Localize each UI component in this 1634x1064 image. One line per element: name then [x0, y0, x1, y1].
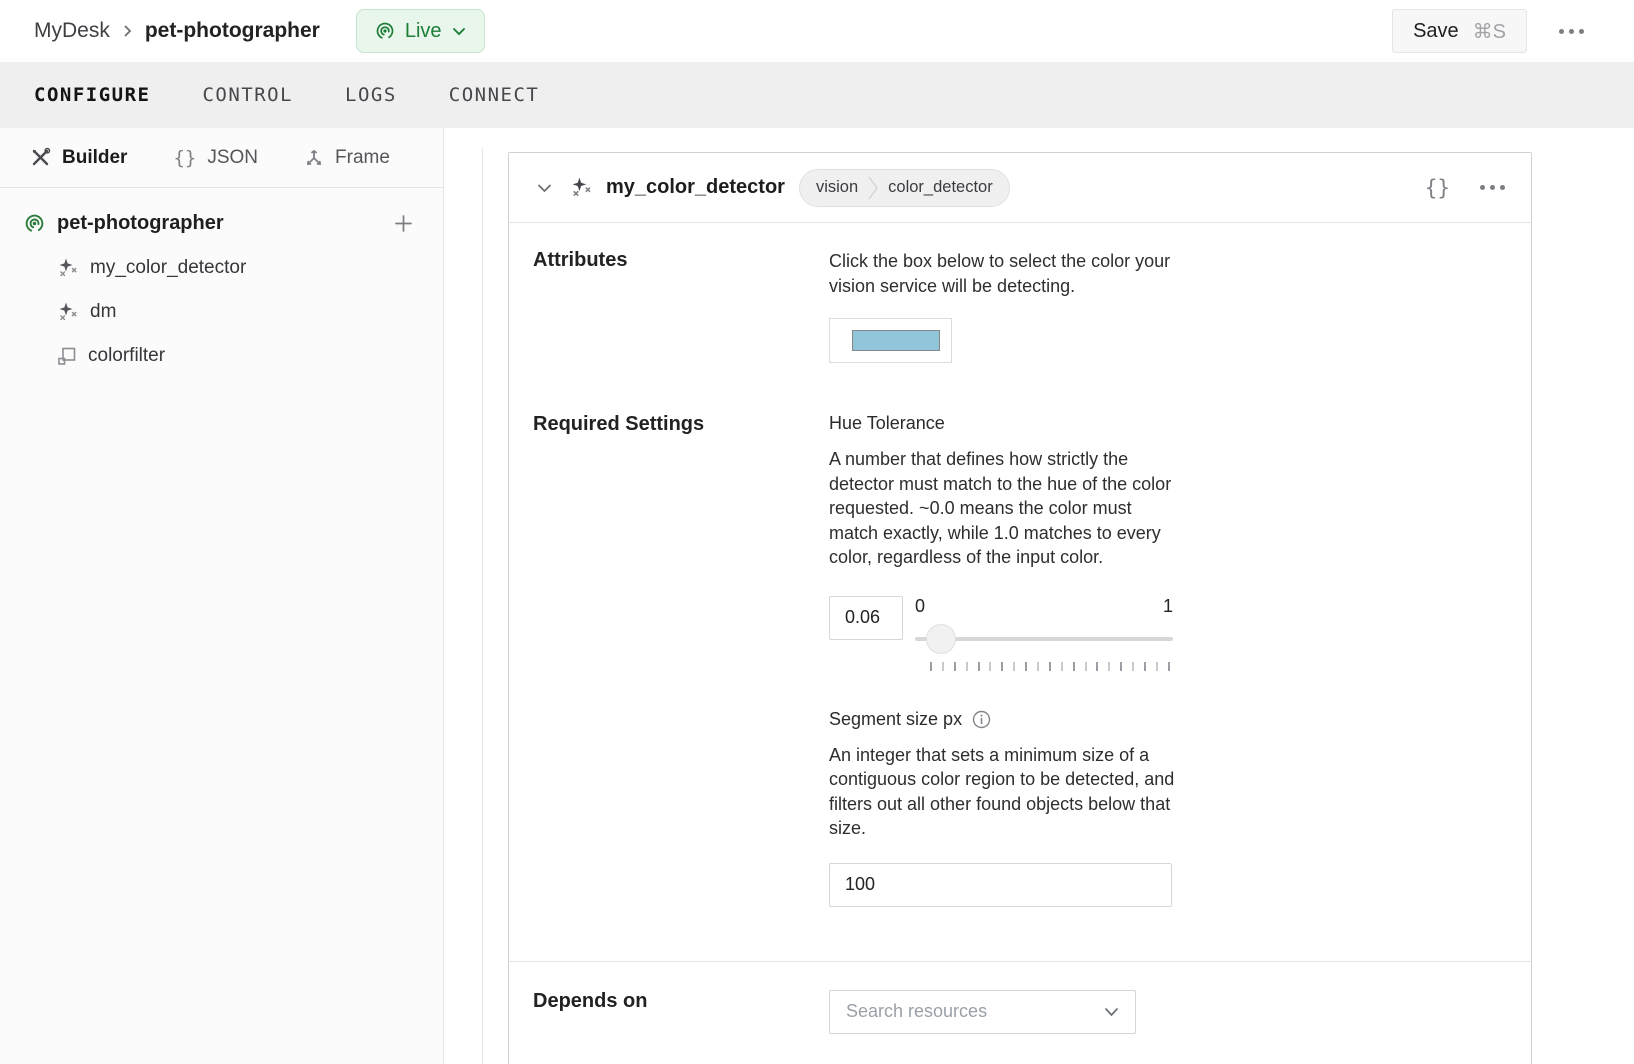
info-icon[interactable] [972, 710, 991, 729]
mode-tab-label: Builder [62, 147, 127, 169]
chevron-down-icon [1104, 1007, 1119, 1017]
live-label: Live [405, 20, 442, 43]
sparkles-icon [57, 301, 79, 323]
attributes-heading: Attributes [533, 249, 829, 363]
depends-on-content: Search resources [829, 990, 1507, 1034]
topbar-actions: Save ⌘S [1392, 9, 1586, 53]
tab-connect[interactable]: CONNECT [449, 80, 540, 110]
tree-item-label: colorfilter [88, 345, 165, 367]
tree-item-label: dm [90, 301, 116, 323]
sparkles-icon [570, 176, 593, 199]
tree-machine-row[interactable]: pet-photographer [24, 212, 413, 235]
breadcrumb-current: pet-photographer [145, 19, 320, 43]
broadcast-icon [375, 21, 395, 41]
machine-name: pet-photographer [57, 212, 224, 235]
slider-max-label: 1 [1163, 596, 1173, 620]
segment-size-description: An integer that sets a minimum size of a… [829, 743, 1179, 841]
transform-icon [57, 346, 77, 366]
segment-size-input[interactable] [829, 863, 1172, 907]
hue-tolerance-input[interactable] [829, 596, 903, 640]
resource-type-chip: vision color_detector [799, 169, 1010, 207]
tree-item-my-color-detector[interactable]: my_color_detector [57, 257, 413, 279]
depends-on-heading: Depends on [533, 990, 829, 1034]
card-title: my_color_detector [606, 176, 785, 199]
tools-icon [30, 147, 51, 168]
breadcrumb-separator-icon [122, 23, 133, 39]
tab-control[interactable]: CONTROL [202, 80, 293, 110]
breadcrumb-parent-link[interactable]: MyDesk [34, 19, 110, 43]
card-header: my_color_detector vision color_detector … [509, 153, 1531, 223]
nav-tab-strip: CONFIGURE CONTROL LOGS CONNECT [0, 62, 1634, 128]
add-resource-button[interactable] [394, 214, 413, 233]
color-swatch [852, 330, 940, 351]
chevron-down-icon [452, 27, 466, 36]
required-settings-content: Hue Tolerance A number that defines how … [829, 413, 1507, 907]
hue-tolerance-label: Hue Tolerance [829, 413, 1507, 434]
sparkles-icon [57, 257, 79, 279]
app-window: MyDesk pet-photographer Live [0, 0, 1634, 1064]
tab-logs[interactable]: LOGS [345, 80, 397, 110]
required-settings-section: Required Settings Hue Tolerance A number… [509, 407, 1531, 961]
save-label: Save [1413, 20, 1459, 43]
tab-configure[interactable]: CONFIGURE [34, 80, 150, 110]
chip-api: vision [816, 178, 858, 197]
depends-on-section: Depends on Search resources [509, 962, 1531, 1064]
save-shortcut: ⌘S [1473, 19, 1506, 44]
mode-tab-builder[interactable]: Builder [30, 147, 127, 169]
hue-tolerance-description: A number that defines how strictly the d… [829, 447, 1179, 570]
machine-broadcast-icon [24, 213, 45, 234]
tree-item-label: my_color_detector [90, 257, 246, 279]
segment-size-label-row: Segment size px [829, 709, 1507, 730]
resource-tree: pet-photographer my_color_detector [0, 188, 443, 367]
card-menu-button[interactable] [1478, 177, 1507, 198]
config-mode-tabs: Builder {} JSON Frame [0, 128, 443, 188]
depends-on-placeholder: Search resources [846, 1001, 987, 1022]
mode-tab-frame[interactable]: Frame [304, 147, 390, 169]
sidebar: Builder {} JSON Frame [0, 128, 444, 1064]
attributes-instruction: Click the box below to select the color … [829, 249, 1176, 298]
mode-tab-json[interactable]: {} JSON [173, 147, 258, 169]
slider-ticks [930, 662, 1170, 671]
edit-json-button[interactable]: {} [1425, 176, 1450, 200]
card-title-row: my_color_detector [570, 176, 785, 199]
tree-item-dm[interactable]: dm [57, 301, 413, 323]
tree-item-colorfilter[interactable]: colorfilter [57, 345, 413, 367]
more-options-button[interactable] [1557, 21, 1586, 42]
top-bar: MyDesk pet-photographer Live [0, 0, 1634, 62]
breadcrumb: MyDesk pet-photographer [34, 19, 320, 43]
frame-axes-icon [304, 148, 324, 168]
content-area: Builder {} JSON Frame [0, 128, 1634, 1064]
slider-handle[interactable] [926, 624, 956, 654]
main-panel: my_color_detector vision color_detector … [444, 128, 1634, 1064]
segment-size-label: Segment size px [829, 709, 962, 730]
color-picker-box[interactable] [829, 318, 952, 363]
slider-min-label: 0 [915, 596, 925, 620]
live-status-button[interactable]: Live [356, 9, 485, 53]
collapse-chevron-icon[interactable] [533, 179, 556, 197]
chip-separator-icon [868, 175, 878, 201]
chip-model: color_detector [888, 178, 993, 197]
attributes-content: Click the box below to select the color … [829, 249, 1507, 363]
hue-tolerance-slider: 0 1 [915, 596, 1173, 671]
save-button[interactable]: Save ⌘S [1392, 9, 1527, 53]
attributes-section: Attributes Click the box below to select… [509, 223, 1531, 407]
depends-on-select[interactable]: Search resources [829, 990, 1136, 1034]
card-actions: {} [1425, 176, 1507, 200]
segment-size-block: Segment size px An integer that sets [829, 709, 1507, 907]
required-settings-heading: Required Settings [533, 413, 829, 907]
braces-icon: {} [173, 147, 196, 169]
slider-track[interactable] [915, 637, 1173, 641]
mode-tab-label: JSON [207, 147, 258, 169]
hue-tolerance-control: 0 1 [829, 596, 1507, 671]
mode-tab-label: Frame [335, 147, 390, 169]
resource-card: my_color_detector vision color_detector … [508, 152, 1532, 1064]
